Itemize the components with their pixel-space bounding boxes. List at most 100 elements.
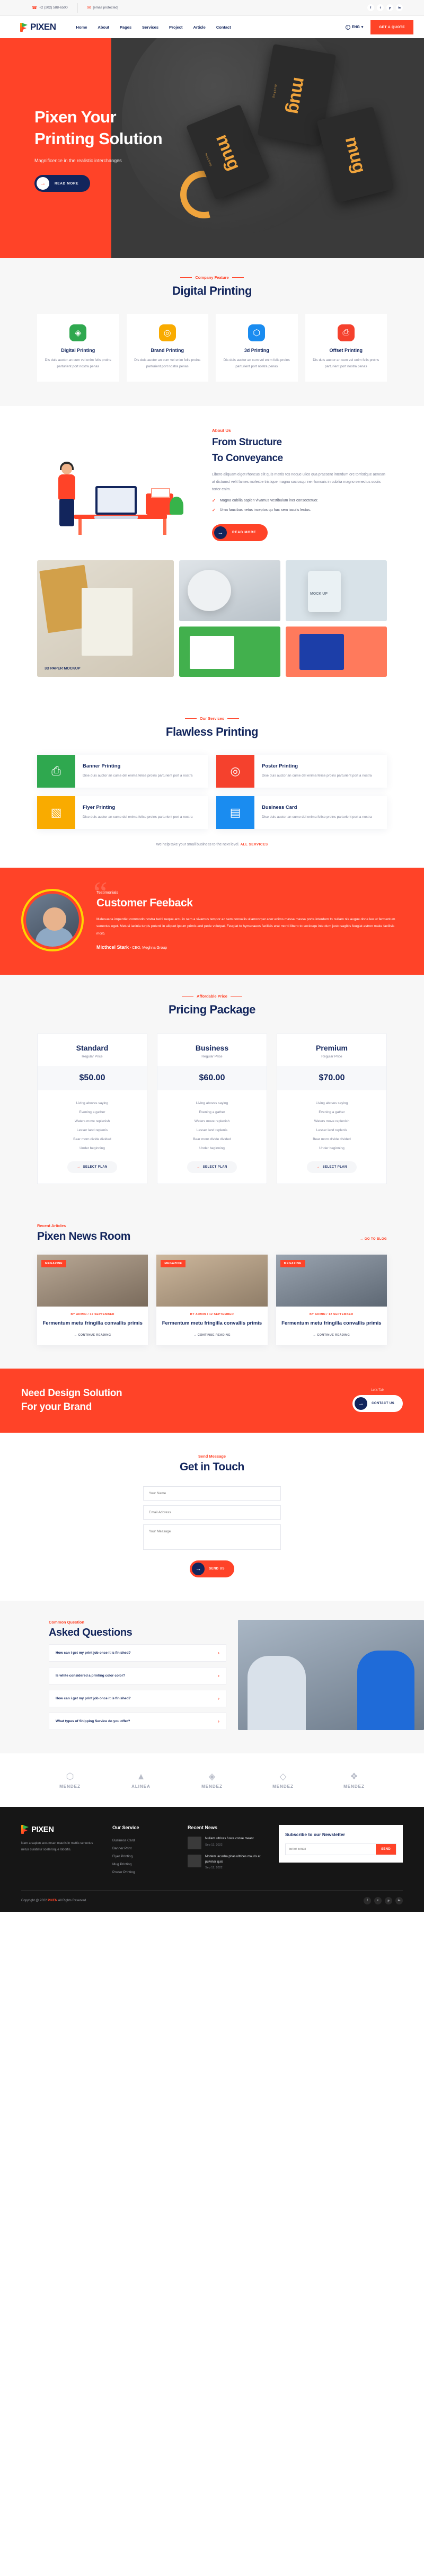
service-card[interactable]: ⎙ Banner Printing Dise duis auctor an cu… bbox=[37, 754, 208, 788]
brand-logo[interactable]: ❖ MENDEZ bbox=[321, 1771, 387, 1789]
footer-news-item[interactable]: Mortem lacusha phas ultrices mauris at p… bbox=[188, 1854, 267, 1869]
chevron-down-icon: › bbox=[218, 1718, 219, 1724]
hero-read-more-button[interactable]: → READ MORE bbox=[34, 175, 91, 192]
brand-logo[interactable]: ◈ MENDEZ bbox=[179, 1771, 245, 1789]
envelope-icon: ✉ bbox=[87, 5, 91, 10]
plan-name: Premium bbox=[316, 1043, 348, 1052]
gallery-tshirt-print[interactable] bbox=[285, 626, 387, 677]
testimonial-author-row: Micthcel Stark - CEO, Meghna Group bbox=[96, 945, 403, 950]
contact-us-button[interactable]: → CONTACT US bbox=[352, 1395, 403, 1413]
faq-item[interactable]: Is white considered a printing color col… bbox=[49, 1666, 226, 1684]
service-card[interactable]: ◎ Poster Printing Dise duis auctor an cu… bbox=[216, 754, 387, 788]
nav-item-pages[interactable]: Pages bbox=[120, 25, 131, 30]
nav-item-article[interactable]: Article bbox=[193, 25, 205, 30]
continue-reading-link[interactable]: → CONTINUE READING bbox=[162, 1334, 262, 1337]
go-to-blog-link[interactable]: → GO TO BLOG bbox=[360, 1238, 387, 1243]
gallery-mug-mockup[interactable]: MOCK UP bbox=[285, 560, 387, 621]
pinterest-icon[interactable]: p bbox=[385, 1896, 392, 1904]
news-card[interactable]: MEGAZINE BY ADMIN / 12 SEPTEMBER Ferment… bbox=[276, 1254, 387, 1345]
pricing-card-standard: Standard Regular Price $50.00 Living abo… bbox=[37, 1033, 147, 1184]
feature-card[interactable]: ◈ Digital Printing Dis duis auctor an cu… bbox=[37, 314, 119, 382]
plan-feature: Under beginning bbox=[80, 1146, 105, 1150]
faq-item[interactable]: How can i get my print job once it is fi… bbox=[49, 1644, 226, 1662]
plan-regular-label: Regular Price bbox=[201, 1054, 223, 1058]
select-plan-label: SELECT PLAN bbox=[322, 1165, 347, 1169]
feature-name: Offset Printing bbox=[329, 348, 363, 353]
language-selector[interactable]: ENG ▾ bbox=[345, 24, 363, 30]
service-card[interactable]: ▤ Business Card Dise duis auctor an cume… bbox=[216, 796, 387, 829]
nav-item-project[interactable]: Project bbox=[169, 25, 182, 30]
arrow-right-icon: → bbox=[192, 1562, 205, 1575]
continue-reading-link[interactable]: → CONTINUE READING bbox=[42, 1334, 143, 1337]
newsletter-send-button[interactable]: SEND bbox=[376, 1843, 396, 1855]
linkedin-icon[interactable]: in bbox=[395, 1896, 403, 1904]
testimonial-role: - CEO, Meghna Group bbox=[129, 946, 167, 950]
news-card[interactable]: MEGAZINE BY ADMIN / 12 SEPTEMBER Ferment… bbox=[156, 1254, 268, 1345]
arrow-right-icon: → bbox=[197, 1165, 200, 1169]
get-a-quote-button[interactable]: GET A QUOTE bbox=[370, 20, 413, 34]
footer-news-title: Mortem lacusha phas ultrices mauris at p… bbox=[205, 1855, 261, 1864]
newsletter-email-input[interactable] bbox=[286, 1843, 376, 1855]
footer-link[interactable]: Banner Print bbox=[112, 1845, 176, 1852]
select-plan-button[interactable]: → SELECT PLAN bbox=[307, 1161, 357, 1173]
footer-link[interactable]: Mug Printing bbox=[112, 1860, 176, 1868]
nav-item-contact[interactable]: Contact bbox=[216, 25, 231, 30]
name-field[interactable] bbox=[143, 1486, 281, 1501]
facebook-icon[interactable]: f bbox=[367, 4, 374, 11]
gallery-paper-mockup[interactable]: 3D PAPER MOCKUP bbox=[37, 560, 174, 677]
plan-feature: Evening a gather bbox=[319, 1110, 345, 1114]
service-desc: Dise duis auctor an cume del enima felis… bbox=[83, 773, 193, 778]
phone-item[interactable]: ☎ +2 (202) 588-6500 bbox=[21, 0, 77, 16]
footer-link[interactable]: Poster Printing bbox=[112, 1868, 176, 1876]
about-read-more-button[interactable]: → READ MORE bbox=[212, 524, 268, 541]
nav-item-services[interactable]: Services bbox=[142, 25, 158, 30]
mug-word-label: mug bbox=[341, 134, 370, 175]
twitter-icon[interactable]: t bbox=[374, 1896, 382, 1904]
brand-name: ALINEA bbox=[131, 1784, 151, 1789]
about-bullet-text: Urna faucibus netus inceptos qu hac sem … bbox=[219, 508, 311, 512]
faq-item[interactable]: What types of Shipping Service do you of… bbox=[49, 1712, 226, 1730]
nav-item-about[interactable]: About bbox=[98, 25, 109, 30]
plan-feature: Under beginning bbox=[199, 1146, 225, 1150]
logo[interactable]: PIXEN bbox=[20, 22, 56, 32]
brand-logo[interactable]: ◇ MENDEZ bbox=[250, 1771, 316, 1789]
brand-logo[interactable]: ▲ ALINEA bbox=[108, 1771, 174, 1789]
email-item[interactable]: ✉ [email protected] bbox=[78, 0, 128, 16]
faq-item[interactable]: How can i get my print job once it is fi… bbox=[49, 1689, 226, 1707]
gallery-book-cover[interactable] bbox=[179, 626, 280, 677]
select-plan-button[interactable]: → SELECT PLAN bbox=[67, 1161, 117, 1173]
facebook-icon[interactable]: f bbox=[364, 1896, 371, 1904]
service-card[interactable]: ▧ Flyer Printing Dise duis auctor an cum… bbox=[37, 796, 208, 829]
hero-section: mockup mug mockup mug mug Pixen Your Pri… bbox=[0, 38, 424, 258]
about-bullet: ✓ Urna faucibus netus inceptos qu hac se… bbox=[212, 508, 387, 513]
twitter-icon[interactable]: t bbox=[377, 4, 384, 11]
email-field[interactable] bbox=[143, 1505, 281, 1520]
footer-service-col: Our Service Business Card Banner Print F… bbox=[112, 1825, 176, 1876]
feature-card[interactable]: ⎙ Offset Printing Dis duis auctor an cum… bbox=[305, 314, 387, 382]
diamond-print-icon: ◈ bbox=[69, 324, 87, 341]
copyright: Copyright @ 2022 PIXEN All Rights Reserv… bbox=[21, 1899, 87, 1902]
gallery-roll-print[interactable] bbox=[179, 560, 280, 621]
all-services-link[interactable]: ALL SERVICES bbox=[241, 843, 268, 846]
footer-news-item[interactable]: Nullam ultrices fusce conse meant Sep 12… bbox=[188, 1836, 267, 1849]
nav-item-home[interactable]: Home bbox=[76, 25, 87, 30]
brand-mark-icon: ⬡ bbox=[66, 1771, 74, 1781]
footer-logo[interactable]: PIXEN bbox=[21, 1824, 101, 1834]
logo-mark-icon bbox=[20, 22, 28, 32]
news-card[interactable]: MEGAZINE BY ADMIN / 12 SEPTEMBER Ferment… bbox=[37, 1254, 148, 1345]
footer-link[interactable]: Flyer Printing bbox=[112, 1852, 176, 1860]
feature-card[interactable]: ◎ Brand Printing Dis duis auctor an cum … bbox=[126, 314, 208, 382]
select-plan-button[interactable]: → SELECT PLAN bbox=[187, 1161, 237, 1173]
features-container: Company Feature Digital Printing ◈ Digit… bbox=[37, 275, 387, 382]
plan-feature: Living aboves saying bbox=[315, 1101, 348, 1105]
pinterest-icon[interactable]: p bbox=[386, 4, 393, 11]
send-us-button[interactable]: → SEND US bbox=[190, 1560, 234, 1577]
message-field[interactable] bbox=[143, 1524, 281, 1550]
about-title-line2: To Conveyance bbox=[212, 452, 283, 464]
plan-amount: $70.00 bbox=[277, 1065, 386, 1090]
linkedin-icon[interactable]: in bbox=[396, 4, 403, 11]
footer-link[interactable]: Business Card bbox=[112, 1837, 176, 1845]
continue-reading-link[interactable]: → CONTINUE READING bbox=[281, 1334, 382, 1337]
feature-card[interactable]: ⬡ 3d Printing Dis duis auctor an cum vel… bbox=[216, 314, 298, 382]
brand-logo[interactable]: ⬡ MENDEZ bbox=[37, 1771, 103, 1789]
